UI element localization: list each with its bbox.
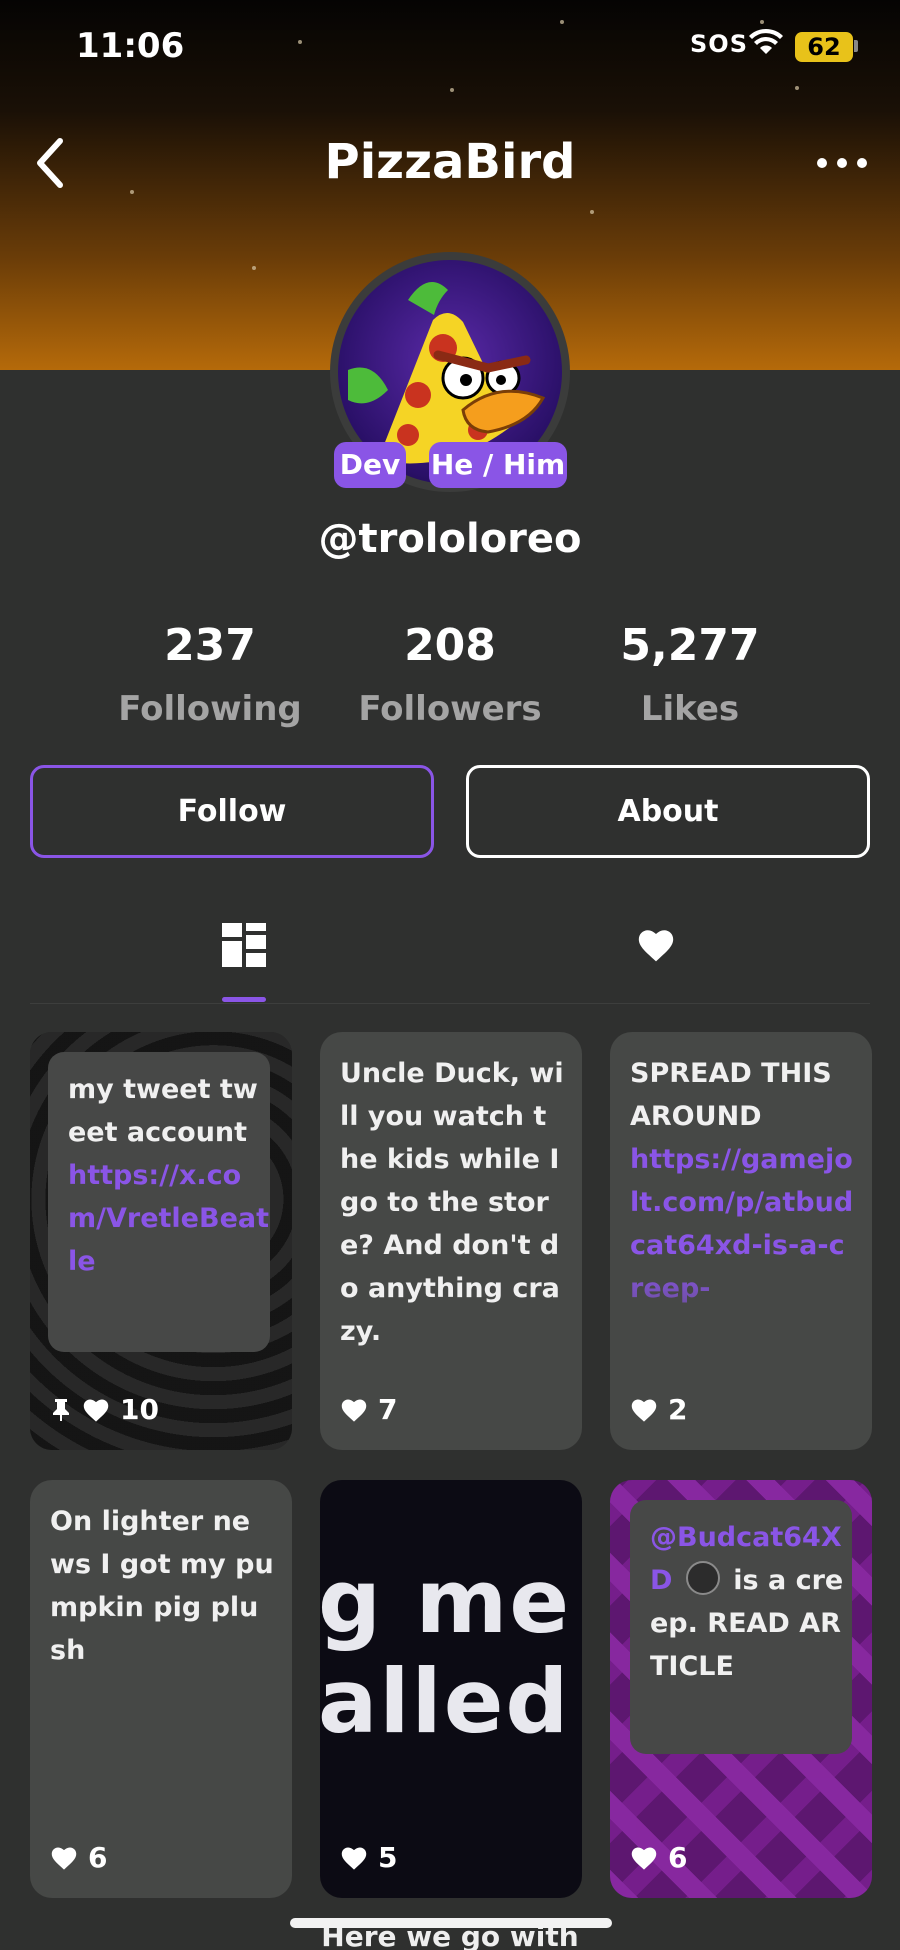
stat-likes-value: 5,277: [620, 620, 760, 671]
stat-followers-value: 208: [404, 620, 496, 671]
like-count: 5: [378, 1841, 398, 1874]
post-image-text-line1: g me o: [320, 1550, 582, 1653]
more-dot-icon: [817, 158, 827, 168]
tabs-divider: [30, 1003, 870, 1004]
post-text: On lighter news I got my pumpkin pig plu…: [50, 1506, 274, 1666]
wifi-icon: [749, 28, 783, 54]
mention-avatar-icon: [685, 1561, 720, 1595]
follow-button[interactable]: Follow: [30, 765, 434, 858]
status-bar: 11:06 SOS 62: [0, 0, 900, 100]
stat-following-value: 237: [164, 620, 256, 671]
home-indicator[interactable]: [290, 1918, 612, 1928]
heart-icon: [341, 1399, 367, 1422]
post-card[interactable]: SPREAD THIS AROUND https://gamejolt.com/…: [610, 1032, 872, 1450]
text-fade-overlay: [610, 1262, 872, 1382]
post-text: Uncle Duck, will you watch the kids whil…: [340, 1058, 569, 1347]
post-footer: 2: [630, 1393, 687, 1426]
post-footer: 5: [340, 1841, 397, 1874]
status-time: 11:06: [76, 26, 185, 66]
post-text: @Budcat64XD is a creep. READ ARTICLE: [650, 1522, 844, 1682]
post-card[interactable]: On lighter news I got my pumpkin pig plu…: [30, 1480, 292, 1898]
heart-icon: [631, 1399, 657, 1422]
post-footer: 7: [340, 1393, 397, 1426]
username: @trololoreo: [318, 516, 582, 562]
more-dot-icon: [837, 158, 847, 168]
battery-tip: [854, 40, 858, 52]
pin-icon: [53, 1398, 69, 1421]
more-dot-icon: [857, 158, 867, 168]
like-count: 10: [120, 1393, 159, 1426]
post-card[interactable]: g me o alled y 5: [320, 1480, 582, 1898]
like-count: 7: [378, 1393, 398, 1426]
stat-likes-label: Likes: [640, 689, 740, 729]
like-count: 2: [668, 1393, 688, 1426]
like-count: 6: [668, 1841, 688, 1874]
post-image-text-line2: alled y: [320, 1650, 582, 1753]
tab-liked[interactable]: [626, 915, 686, 975]
page-title: PizzaBird: [324, 134, 576, 190]
heart-icon: [51, 1847, 77, 1870]
post-link[interactable]: https://x.com/VretleBeatle: [68, 1160, 269, 1277]
more-options-button[interactable]: [815, 150, 871, 180]
grid-icon: [222, 923, 266, 967]
heart-icon: [638, 930, 674, 962]
post-text: my tweet tweet account https://x.com/Vre…: [68, 1074, 270, 1277]
dev-tag: Dev: [334, 442, 406, 488]
heart-icon: [341, 1847, 367, 1870]
heart-icon: [83, 1399, 109, 1422]
post-card[interactable]: my tweet tweet account https://x.com/Vre…: [30, 1032, 292, 1450]
like-count: 6: [88, 1841, 108, 1874]
stat-likes[interactable]: 5,277 Likes: [580, 620, 800, 729]
post-footer: 6: [50, 1841, 107, 1874]
stat-followers-label: Followers: [358, 689, 542, 729]
active-tab-indicator: [222, 997, 266, 1002]
stat-following[interactable]: 237 Following: [100, 620, 320, 729]
pronoun-tag: He / Him: [429, 442, 567, 488]
stat-followers[interactable]: 208 Followers: [340, 620, 560, 729]
post-footer: 10: [50, 1393, 159, 1426]
about-button[interactable]: About: [466, 765, 870, 858]
heart-icon: [631, 1847, 657, 1870]
post-footer: 6: [630, 1841, 687, 1874]
battery-indicator: 62: [795, 32, 853, 62]
tab-posts[interactable]: [214, 915, 274, 975]
status-sos: SOS: [690, 30, 748, 58]
stat-following-label: Following: [118, 689, 302, 729]
post-card[interactable]: Uncle Duck, will you watch the kids whil…: [320, 1032, 582, 1450]
post-card[interactable]: @Budcat64XD is a creep. READ ARTICLE 6: [610, 1480, 872, 1898]
